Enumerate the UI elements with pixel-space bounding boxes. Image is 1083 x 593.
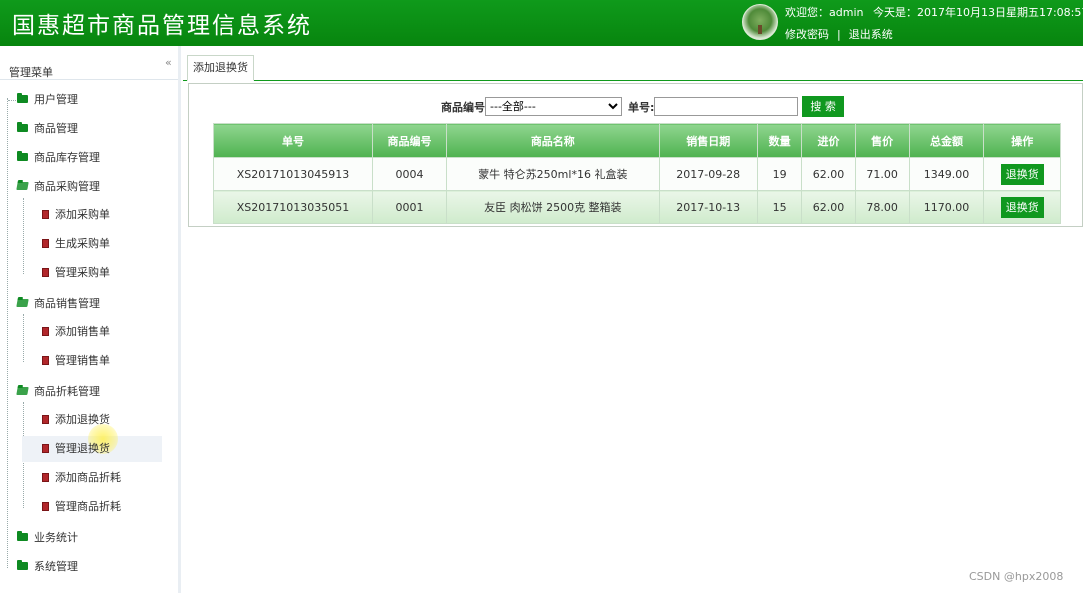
table-row: XS20171013045913 0004 蒙牛 特仑苏250ml*16 礼盒装… (213, 157, 1061, 191)
column-header: 商品名称 (445, 123, 660, 158)
product-code-cell: 0004 (371, 157, 447, 191)
menu-item-system-management[interactable]: 系统管理 (8, 556, 78, 578)
document-icon (42, 355, 49, 365)
return-exchange-button[interactable]: 退换货 (1000, 163, 1044, 185)
datetime-text: 今天是：2017年10月13日星期五17:08:57 (872, 6, 1083, 19)
product-name-cell: 蒙牛 特仑苏250ml*16 礼盒装 (445, 157, 660, 191)
change-password-link[interactable]: 修改密码 (785, 28, 829, 41)
document-icon (42, 238, 49, 248)
column-header: 数量 (756, 123, 803, 158)
cost-price-cell: 62.00 (801, 157, 856, 191)
document-icon (42, 209, 49, 219)
menu-item-inventory-management[interactable]: 商品库存管理 (8, 147, 100, 169)
document-icon (42, 267, 49, 277)
order-no-cell: XS20171013045913 (213, 157, 373, 191)
column-header: 单号 (213, 123, 373, 158)
folder-icon (17, 531, 28, 541)
total-amount-cell: 1349.00 (908, 157, 985, 191)
folder-icon (17, 560, 28, 570)
menu-item-loss-management[interactable]: 商品折耗管理 (8, 381, 100, 403)
sale-price-cell: 71.00 (854, 157, 910, 191)
menu-item-product-management[interactable]: 商品管理 (8, 118, 78, 140)
sale-date-cell: 2017-09-28 (658, 157, 758, 191)
product-code-label: 商品编号 (441, 100, 485, 114)
sale-date-cell: 2017-10-13 (658, 190, 758, 224)
quantity-cell: 15 (756, 190, 803, 224)
column-header: 进价 (801, 123, 856, 158)
menu-tree: 用户管理 商品管理 商品库存管理 商品采购管理 添加采购单 生成采购单 管理采购… (0, 46, 178, 593)
document-icon (42, 443, 49, 453)
sidebar: 管理菜单 « 用户管理 商品管理 商品库存管理 商品采购管理 添加采购单 生成采… (0, 46, 181, 593)
link-separator: | (837, 28, 841, 41)
user-avatar (742, 4, 778, 40)
menu-item-manage-return[interactable]: 管理退换货 (42, 438, 110, 460)
document-icon (42, 326, 49, 336)
menu-item-generate-purchase-order[interactable]: 生成采购单 (42, 233, 110, 255)
header-links: 修改密码 | 退出系统 (785, 26, 893, 42)
system-title: 国惠超市商品管理信息系统 (12, 13, 312, 39)
open-folder-icon (16, 182, 29, 190)
menu-item-add-sales-order[interactable]: 添加销售单 (42, 321, 110, 343)
tree-line (23, 314, 24, 362)
document-icon (42, 472, 49, 482)
folder-icon (17, 151, 28, 161)
tree-line (23, 198, 24, 274)
welcome-row: 欢迎您：admin 今天是：2017年10月13日星期五17:08:57 (785, 4, 1083, 20)
watermark-text: CSDN @hpx2008 (969, 570, 1064, 583)
menu-item-purchase-management[interactable]: 商品采购管理 (8, 176, 100, 198)
menu-item-manage-sales-order[interactable]: 管理销售单 (42, 350, 110, 372)
open-folder-icon (16, 387, 29, 395)
document-icon (42, 414, 49, 424)
quantity-cell: 19 (756, 157, 803, 191)
order-no-cell: XS20171013035051 (213, 190, 373, 224)
column-header: 销售日期 (658, 123, 758, 158)
top-header: 国惠超市商品管理信息系统 欢迎您：admin 今天是：2017年10月13日星期… (0, 0, 1083, 46)
document-icon (42, 501, 49, 511)
returns-table: 单号 商品编号 商品名称 销售日期 数量 进价 售价 总金额 操作 XS2017… (213, 123, 1061, 224)
product-name-cell: 友臣 肉松饼 2500克 整箱装 (445, 190, 660, 224)
menu-item-business-statistics[interactable]: 业务统计 (8, 527, 78, 549)
action-cell: 退换货 (983, 190, 1061, 224)
column-header: 操作 (983, 123, 1061, 158)
product-code-cell: 0001 (371, 190, 447, 224)
folder-icon (17, 122, 28, 132)
action-cell: 退换货 (983, 157, 1061, 191)
menu-item-add-loss[interactable]: 添加商品折耗 (42, 467, 121, 489)
folder-icon (17, 93, 28, 103)
menu-item-manage-purchase-order[interactable]: 管理采购单 (42, 262, 110, 284)
cost-price-cell: 62.00 (801, 190, 856, 224)
total-amount-cell: 1170.00 (908, 190, 985, 224)
column-header: 商品编号 (371, 123, 447, 158)
open-folder-icon (16, 299, 29, 307)
menu-item-manage-loss[interactable]: 管理商品折耗 (42, 496, 121, 518)
order-no-label: 单号: (628, 100, 655, 114)
menu-item-add-return[interactable]: 添加退换货 (42, 409, 110, 431)
menu-item-sales-management[interactable]: 商品销售管理 (8, 293, 100, 315)
welcome-label: 欢迎您：admin (785, 6, 864, 19)
return-exchange-button[interactable]: 退换货 (1000, 196, 1044, 218)
column-header: 总金额 (908, 123, 985, 158)
product-code-select[interactable]: ---全部--- (485, 97, 622, 116)
column-header: 售价 (854, 123, 910, 158)
table-header-row: 单号 商品编号 商品名称 销售日期 数量 进价 售价 总金额 操作 (213, 123, 1061, 158)
menu-item-user-management[interactable]: 用户管理 (8, 89, 78, 111)
search-bar: 商品编号 ---全部--- 单号: 搜 索 (441, 96, 844, 117)
menu-item-add-purchase-order[interactable]: 添加采购单 (42, 204, 110, 226)
order-no-input[interactable] (654, 97, 799, 116)
logout-link[interactable]: 退出系统 (849, 28, 893, 41)
sale-price-cell: 78.00 (854, 190, 910, 224)
tab-strip: 添加退换货 (183, 55, 1083, 81)
content-panel: 商品编号 ---全部--- 单号: 搜 索 单号 商品编号 商品名称 销售日期 数量 … (188, 83, 1083, 227)
table-row: XS20171013035051 0001 友臣 肉松饼 2500克 整箱装 2… (213, 190, 1061, 224)
search-button[interactable]: 搜 索 (802, 96, 844, 117)
tab-add-return[interactable]: 添加退换货 (187, 55, 254, 81)
